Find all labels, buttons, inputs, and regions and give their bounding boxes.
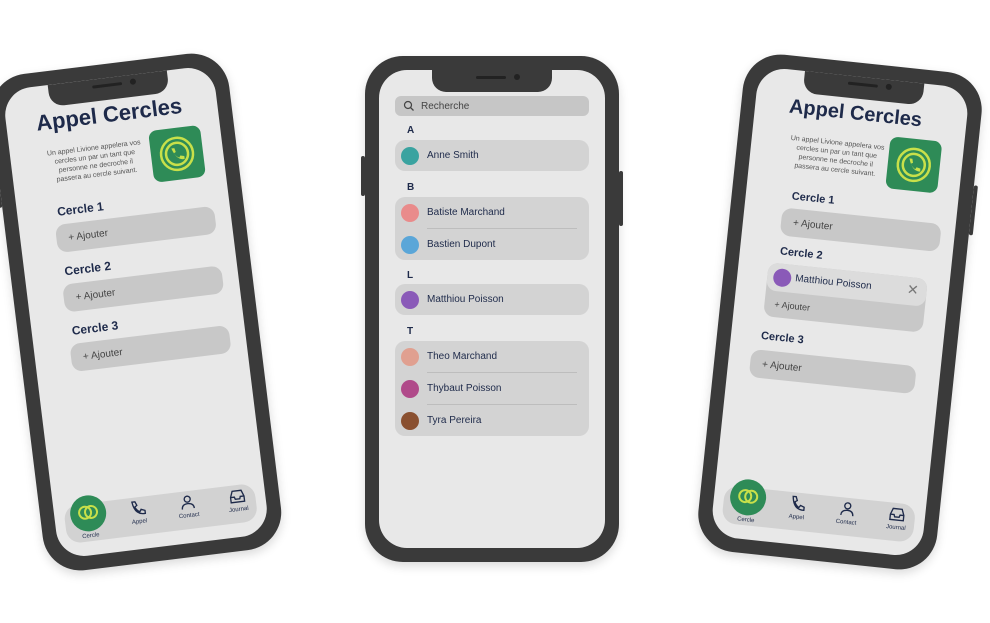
contact-row[interactable]: Anne Smith [395, 140, 589, 171]
avatar [401, 380, 419, 398]
nav-contact[interactable]: Contact [824, 498, 870, 528]
contact-group-a: Anne Smith [395, 140, 589, 171]
contact-name: Bastien Dupont [427, 239, 496, 250]
contact-name: Theo Marchand [427, 351, 498, 362]
description-text: Un appel Livione appelera vos cercles un… [790, 134, 885, 178]
nav-journal[interactable]: Journal [214, 484, 261, 515]
nav-label: Appel [788, 513, 805, 522]
circle-1-label: Cercle 1 [56, 199, 105, 219]
circle-1-label: Cercle 1 [791, 190, 836, 207]
power-button [968, 185, 978, 236]
contact-name: Anne Smith [427, 150, 479, 161]
member-name: Matthiou Poisson [794, 273, 873, 293]
avatar [401, 291, 419, 309]
circle-2-group: Matthiou Poisson ✕ + Ajouter [763, 262, 928, 333]
nav-appel[interactable]: Appel [115, 497, 162, 528]
circle-1-add-button[interactable]: + Ajouter [779, 207, 942, 253]
circle-3-label: Cercle 3 [70, 318, 120, 338]
contact-group-b: Batiste Marchand Bastien Dupont [395, 197, 589, 260]
person-icon [840, 502, 854, 517]
avatar [401, 348, 419, 366]
contact-group-t: Theo Marchand Thybaut Poisson Tyra Perei… [395, 341, 589, 436]
phone-rings-icon [159, 136, 195, 172]
bottom-nav: Cercle Appel Contact Journal [721, 477, 917, 543]
power-button [619, 171, 623, 226]
avatar [401, 204, 419, 222]
avatar [401, 236, 419, 254]
nav-label: Contact [178, 511, 200, 521]
phone-icon [131, 501, 147, 515]
contact-row[interactable]: Thybaut Poisson [401, 372, 577, 404]
volume-button [361, 156, 365, 196]
nav-cercle[interactable]: Cercle [724, 477, 771, 525]
avatar [772, 267, 793, 288]
contact-row[interactable]: Theo Marchand [395, 341, 589, 372]
contact-name: Thybaut Poisson [427, 383, 502, 394]
circle-2-label: Cercle 2 [779, 245, 824, 262]
contact-name: Matthiou Poisson [427, 294, 504, 305]
contact-row[interactable]: Matthiou Poisson [395, 284, 589, 315]
close-icon[interactable]: ✕ [906, 281, 919, 299]
section-letter-t: T [407, 326, 414, 337]
nav-journal[interactable]: Journal [874, 503, 920, 533]
search-placeholder: Recherche [421, 100, 470, 112]
left-screen: Appel Cercles Un appel Livione appelera … [2, 64, 270, 560]
middle-phone-mockup: Recherche A Anne Smith B Batiste Marchan… [361, 56, 623, 562]
avatar [401, 147, 419, 165]
section-letter-b: B [407, 182, 415, 193]
circle-3-add-button[interactable]: + Ajouter [748, 348, 917, 395]
circle-2-label: Cercle 2 [63, 258, 112, 279]
phone-icon [792, 495, 805, 512]
volume-button [0, 177, 3, 209]
right-phone-mockup: Appel Cercles Un appel Livione appelera … [694, 50, 986, 574]
circles-icon [68, 493, 109, 534]
contact-name: Batiste Marchand [427, 207, 505, 218]
nav-contact[interactable]: Contact [165, 491, 212, 522]
description-text: Un appel Livione appelera vos cercles un… [46, 139, 141, 184]
bottom-nav: Cercle Appel Contact Journal [63, 482, 261, 545]
contact-row[interactable]: Bastien Dupont [401, 228, 577, 260]
avatar [401, 412, 419, 430]
app-logo [885, 136, 943, 194]
nav-label: Contact [835, 518, 857, 527]
section-letter-l: L [407, 270, 414, 281]
nav-label: Cercle [82, 532, 100, 541]
search-icon [403, 100, 414, 111]
app-logo [148, 124, 207, 183]
phone-notch [432, 70, 552, 92]
phone-rings-icon [896, 147, 932, 183]
circles-icon [728, 477, 768, 518]
inbox-icon [229, 489, 246, 504]
circle-2-add-button[interactable]: + Ajouter [774, 299, 811, 313]
nav-label: Journal [885, 523, 906, 533]
right-screen: Appel Cercles Un appel Livione appelera … [709, 66, 971, 558]
nav-label: Journal [228, 505, 250, 515]
contact-group-l: Matthiou Poisson [395, 284, 589, 315]
nav-label: Cercle [736, 516, 755, 525]
circle-3-label: Cercle 3 [760, 329, 805, 347]
nav-label: Appel [131, 518, 148, 527]
inbox-icon [889, 507, 905, 522]
contact-name: Tyra Pereira [427, 415, 482, 426]
section-letter-a: A [407, 125, 415, 136]
contact-row[interactable]: Tyra Pereira [401, 404, 577, 436]
person-icon [181, 495, 196, 510]
middle-screen: Recherche A Anne Smith B Batiste Marchan… [379, 70, 605, 548]
search-input[interactable]: Recherche [395, 96, 589, 116]
nav-cercle[interactable]: Cercle [65, 493, 113, 542]
contact-row[interactable]: Batiste Marchand [395, 197, 589, 228]
nav-appel[interactable]: Appel [774, 492, 820, 522]
left-phone-mockup: Appel Cercles Un appel Livione appelera … [0, 49, 286, 575]
